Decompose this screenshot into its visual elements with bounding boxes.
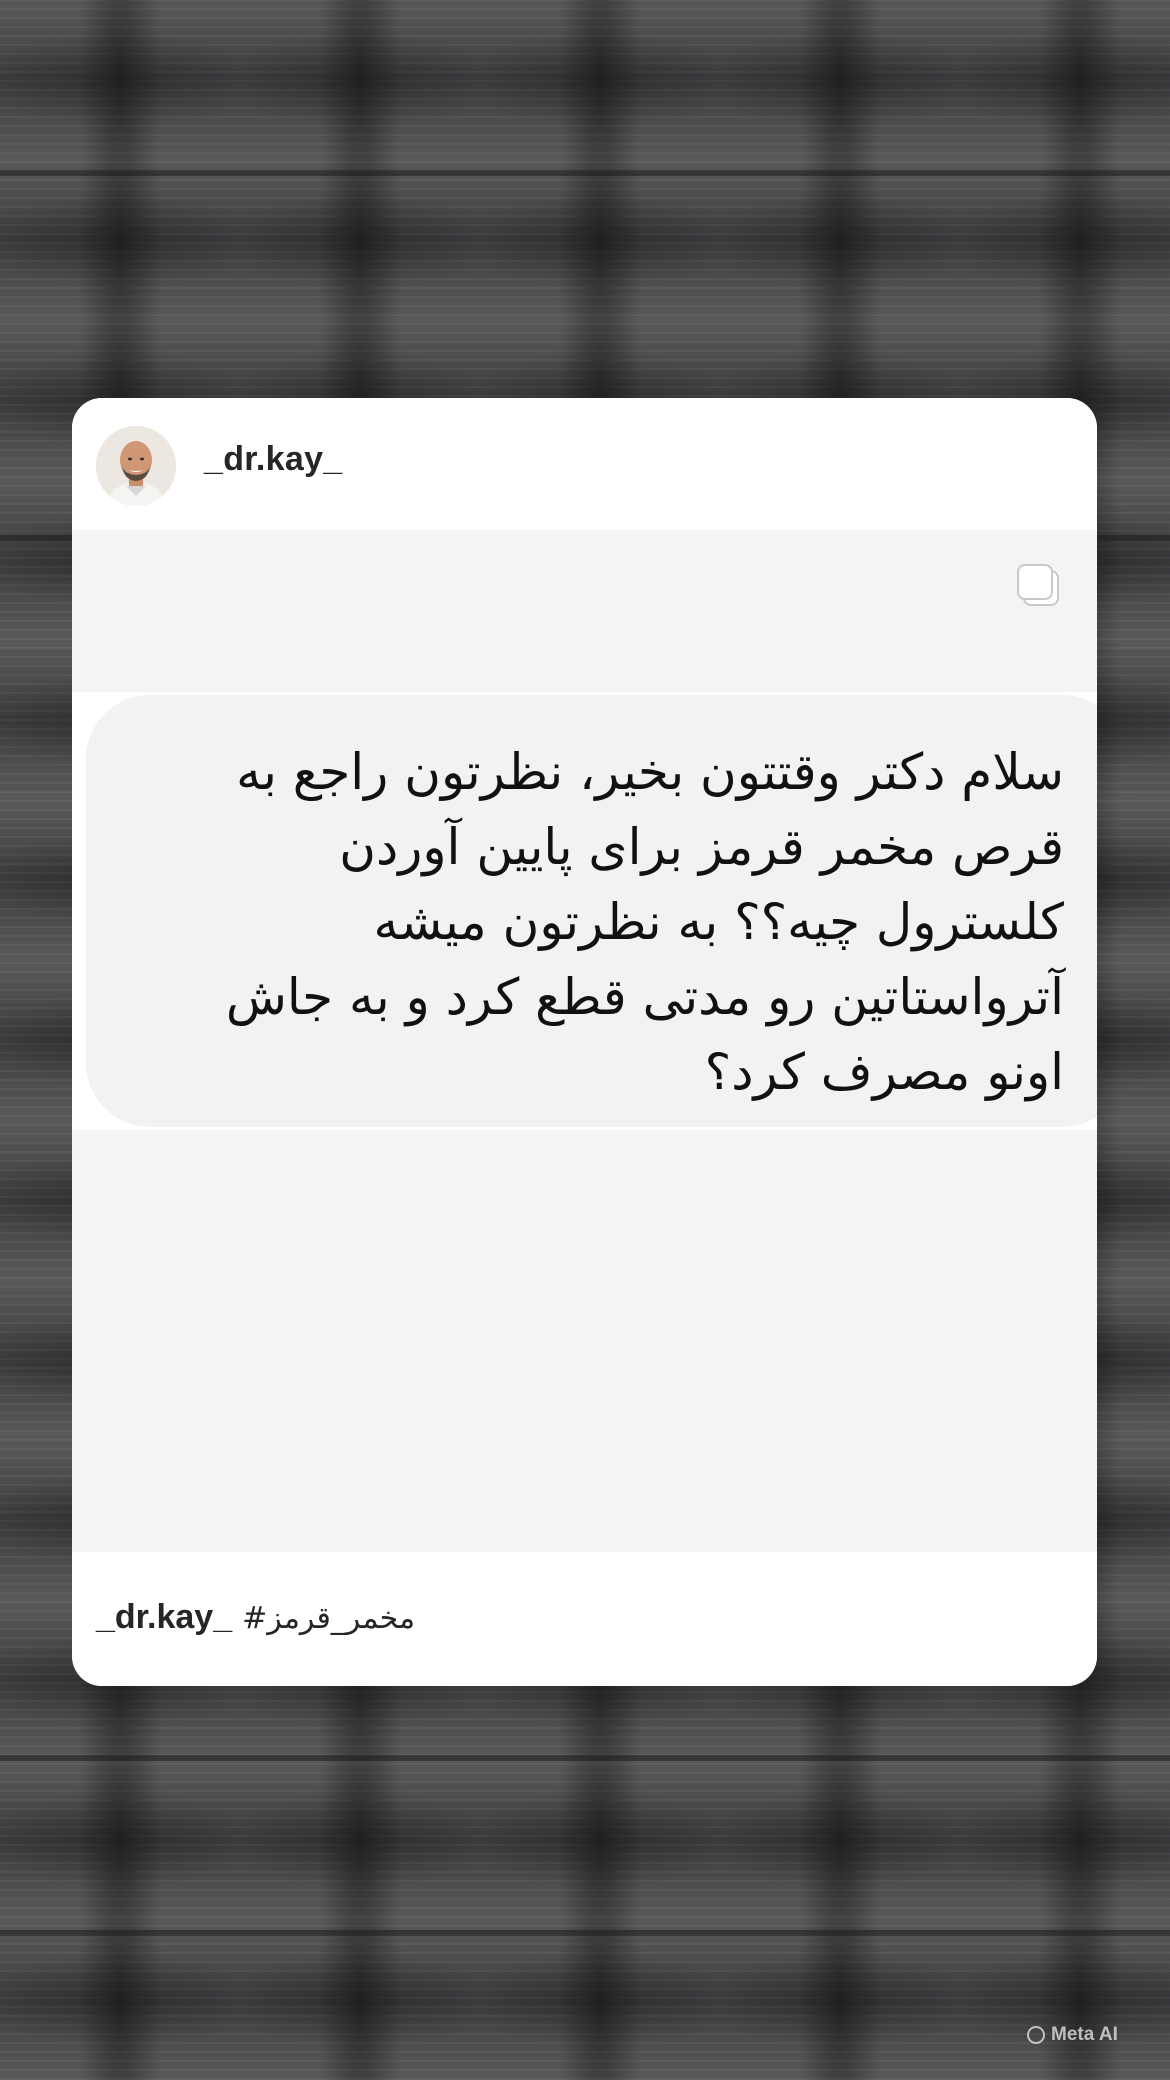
message-bubble: سلام دکتر وقتتون بخیر، نظرتون راجع به قر… [86, 695, 1097, 1127]
shared-post-card[interactable]: _dr.kay_ سلام دکتر وقتتون بخیر، نظرتون ر… [72, 398, 1097, 1686]
media-top-area [72, 530, 1097, 690]
carousel-icon [1017, 564, 1059, 606]
meta-ai-ring-icon [1027, 2026, 1045, 2044]
profile-photo-icon [96, 426, 176, 506]
background-band [0, 1930, 1170, 1936]
avatar[interactable] [96, 426, 176, 506]
caption-bar: _dr.kay_ #مخمر_قرمز [72, 1552, 1097, 1686]
post-username[interactable]: _dr.kay_ [204, 440, 343, 479]
caption: _dr.kay_ #مخمر_قرمز [96, 1598, 415, 1637]
post-header: _dr.kay_ [72, 398, 1097, 530]
watermark-label: Meta AI [1051, 2024, 1118, 2045]
background-band [0, 1755, 1170, 1761]
caption-hashtag[interactable]: #مخمر_قرمز [242, 1601, 415, 1636]
message-text: سلام دکتر وقتتون بخیر، نظرتون راجع به قر… [225, 743, 1064, 1101]
post-media[interactable]: سلام دکتر وقتتون بخیر، نظرتون راجع به قر… [72, 530, 1097, 1552]
caption-username[interactable]: _dr.kay_ [96, 1598, 232, 1637]
meta-ai-watermark: Meta AI [1027, 2024, 1118, 2046]
background-band [0, 170, 1170, 176]
